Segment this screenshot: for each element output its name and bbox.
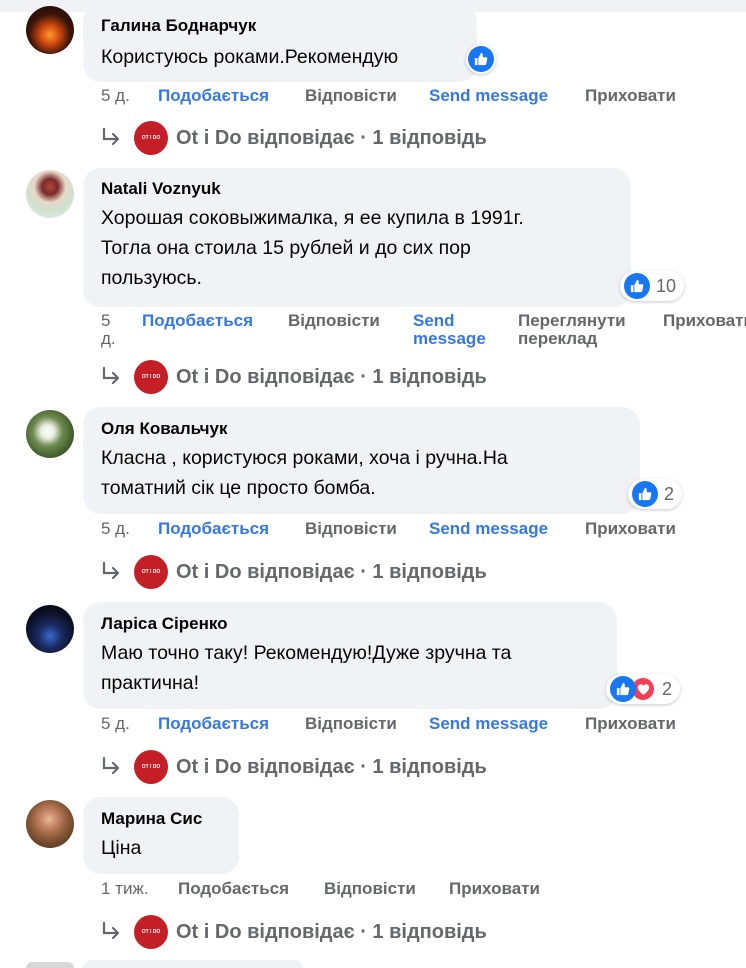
comment-author[interactable]: Natali Voznyuk bbox=[101, 178, 613, 200]
thumbs-up-icon bbox=[624, 273, 650, 299]
send-message-button[interactable]: Send message bbox=[429, 715, 548, 733]
page-avatar[interactable]: OT I DO bbox=[134, 915, 168, 949]
page-reply-text[interactable]: Ot i Do відповідає · 1 відповідь bbox=[176, 561, 487, 584]
comment-timestamp[interactable]: 5 д. bbox=[101, 87, 130, 105]
reaction-count: 10 bbox=[656, 275, 677, 296]
page-avatar[interactable]: OT I DO bbox=[134, 121, 168, 155]
comment-text: Хорошая соковыжималка, я ее купила в 199… bbox=[101, 207, 524, 289]
send-message-button[interactable]: Send message bbox=[429, 87, 548, 105]
reactions-summary[interactable]: 10 bbox=[620, 271, 685, 301]
avatar[interactable] bbox=[26, 800, 74, 848]
avatar[interactable] bbox=[26, 170, 74, 218]
reply-button[interactable]: Відповісти bbox=[288, 312, 380, 330]
page-reply-text[interactable]: Ot i Do відповідає · 1 відповідь bbox=[176, 366, 487, 389]
page-avatar[interactable]: OT I DO bbox=[134, 360, 168, 394]
comment-author[interactable]: Оля Ковальчук bbox=[101, 418, 622, 440]
reply-button[interactable]: Відповісти bbox=[305, 87, 397, 105]
reaction-count: 2 bbox=[662, 678, 673, 699]
send-message-button[interactable]: Send message bbox=[429, 520, 548, 538]
page-avatar[interactable]: OT I DO bbox=[134, 555, 168, 589]
comment-actions: 5 д. Подобається Відповісти Send message… bbox=[0, 312, 746, 352]
comment-actions: 5 д. Подобається Відповісти Send message… bbox=[0, 715, 746, 735]
page-reply-row[interactable]: OT I DO Ot i Do відповідає · 1 відповідь bbox=[100, 747, 487, 787]
hide-button[interactable]: Приховати bbox=[585, 87, 676, 105]
comment-actions: 1 тиж. Подобається Відповісти Приховати bbox=[0, 880, 746, 900]
reply-arrow-icon bbox=[102, 366, 120, 385]
page-reply-text[interactable]: Ot i Do відповідає · 1 відповідь bbox=[176, 921, 487, 944]
comment-bubble: Оля Ковальчук Класна , користуюся роками… bbox=[83, 407, 640, 514]
comment-actions: 5 д. Подобається Відповісти Send message… bbox=[0, 87, 746, 107]
avatar[interactable] bbox=[26, 605, 74, 653]
hide-button[interactable]: Приховати bbox=[585, 520, 676, 538]
comment-bubble: Natali Voznyuk Хорошая соковыжималка, я … bbox=[83, 168, 631, 307]
comment-actions: 5 д. Подобається Відповісти Send message… bbox=[0, 520, 746, 540]
avatar[interactable] bbox=[26, 410, 74, 458]
page-reply-row[interactable]: OT I DO Ot i Do відповідає · 1 відповідь bbox=[100, 357, 487, 397]
thumbs-up-icon bbox=[632, 481, 658, 507]
comment-bubble bbox=[83, 960, 303, 968]
like-button[interactable]: Подобається bbox=[158, 87, 269, 105]
send-message-button[interactable]: Send message bbox=[413, 312, 486, 348]
hide-button[interactable]: Приховати bbox=[663, 312, 746, 330]
page-reply-text[interactable]: Ot i Do відповідає · 1 відповідь bbox=[176, 127, 487, 150]
avatar[interactable] bbox=[26, 6, 74, 54]
like-button[interactable]: Подобається bbox=[142, 312, 253, 330]
page-reply-row[interactable]: OT I DO Ot i Do відповідає · 1 відповідь bbox=[100, 118, 487, 158]
like-button[interactable]: Подобається bbox=[158, 715, 269, 733]
avatar[interactable] bbox=[26, 962, 74, 968]
reaction-count: 2 bbox=[664, 483, 675, 504]
page-reply-row[interactable]: OT I DO Ot i Do відповідає · 1 відповідь bbox=[100, 912, 487, 952]
page-avatar[interactable]: OT I DO bbox=[134, 750, 168, 784]
reply-button[interactable]: Відповісти bbox=[305, 715, 397, 733]
reply-arrow-icon bbox=[102, 561, 120, 580]
thumbs-up-icon bbox=[610, 676, 636, 702]
comment-bubble: Галина Боднарчук Користуюсь роками.Реком… bbox=[83, 4, 477, 82]
reply-arrow-icon bbox=[102, 921, 120, 940]
reactions-summary[interactable]: 2 bbox=[606, 674, 681, 704]
reply-arrow-icon bbox=[102, 756, 120, 775]
comment-author[interactable]: Галина Боднарчук bbox=[101, 15, 459, 37]
comment-author[interactable]: Ларіса Сіренко bbox=[101, 613, 599, 635]
thumbs-up-icon bbox=[468, 46, 494, 72]
page-reply-text[interactable]: Ot i Do відповідає · 1 відповідь bbox=[176, 756, 487, 779]
comment-timestamp[interactable]: 5 д. bbox=[101, 312, 116, 348]
comment-timestamp[interactable]: 5 д. bbox=[101, 520, 130, 538]
comment-text: Маю точно таку! Рекомендую!Дуже зручна т… bbox=[101, 642, 512, 694]
comment-text: Класна , користуюся роками, хоча і ручна… bbox=[101, 447, 508, 499]
hide-button[interactable]: Приховати bbox=[449, 880, 540, 898]
comment-text: Користуюсь роками.Рекомендую bbox=[101, 46, 399, 68]
reply-button[interactable]: Відповісти bbox=[324, 880, 416, 898]
comment-bubble: Ларіса Сіренко Маю точно таку! Рекоменду… bbox=[83, 602, 617, 709]
comment-bubble: Марина Сис Ціна bbox=[83, 797, 239, 874]
comment-timestamp[interactable]: 5 д. bbox=[101, 715, 130, 733]
reactions-summary[interactable]: 2 bbox=[628, 479, 683, 509]
reply-arrow-icon bbox=[102, 127, 120, 146]
page-reply-row[interactable]: OT I DO Ot i Do відповідає · 1 відповідь bbox=[100, 552, 487, 592]
comment-text: Ціна bbox=[101, 837, 142, 859]
reactions-summary[interactable] bbox=[466, 44, 496, 74]
see-translation-button[interactable]: Переглянути переклад bbox=[518, 312, 626, 348]
like-button[interactable]: Подобається bbox=[158, 520, 269, 538]
comment-timestamp[interactable]: 1 тиж. bbox=[101, 880, 149, 898]
like-button[interactable]: Подобається bbox=[178, 880, 289, 898]
comment-author[interactable]: Марина Сис bbox=[101, 808, 221, 830]
reply-button[interactable]: Відповісти bbox=[305, 520, 397, 538]
hide-button[interactable]: Приховати bbox=[585, 715, 676, 733]
